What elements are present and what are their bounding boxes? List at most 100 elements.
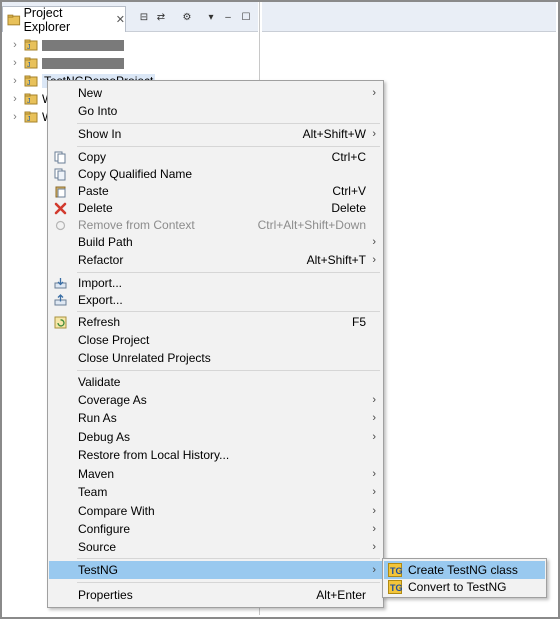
paste-icon <box>55 186 66 197</box>
menu-item-shortcut: Alt+Shift+W <box>302 127 366 141</box>
chevron-right-icon: › <box>372 541 376 553</box>
delete-icon <box>54 202 67 214</box>
menu-item-label: Close Unrelated Projects <box>78 351 211 365</box>
tree-item[interactable]: › J <box>2 54 124 72</box>
menu-item-team[interactable]: Team › <box>49 483 382 501</box>
menu-item-label: Convert to TestNG <box>408 580 507 594</box>
menu-item-validate[interactable]: Validate <box>49 373 382 391</box>
maximize-icon[interactable]: ☐ <box>239 11 253 23</box>
menu-item-compare-with[interactable]: Compare With › <box>49 502 382 520</box>
close-icon[interactable]: ✕ <box>116 13 125 26</box>
menu-item-label: New <box>78 86 103 100</box>
project-explorer-icon <box>7 14 21 25</box>
menu-item-copy[interactable]: Copy Ctrl+C <box>49 148 382 166</box>
menu-item-label: Show In <box>78 127 122 141</box>
menu-item-build-path[interactable]: Build Path › <box>49 233 382 251</box>
chevron-right-icon[interactable]: › <box>10 111 20 123</box>
menu-item-convert-to-testng[interactable]: TG Convert to TestNG <box>384 578 545 596</box>
menu-item-show-in[interactable]: Show In Alt+Shift+W › <box>49 125 382 143</box>
context-menu: New › Go Into Show In Alt+Shift+W › Copy… <box>47 80 384 608</box>
chevron-right-icon: › <box>372 254 376 266</box>
menu-item-import[interactable]: Import... <box>49 274 382 292</box>
menu-item-label: Copy <box>78 150 107 164</box>
chevron-right-icon: › <box>372 505 376 517</box>
menu-item-properties[interactable]: Properties Alt+Enter <box>49 586 382 604</box>
menu-item-remove-from-context: Remove from Context Ctrl+Alt+Shift+Down <box>49 216 382 234</box>
menu-item-label: Source <box>78 540 117 554</box>
menu-item-label: Copy Qualified Name <box>78 167 193 181</box>
menu-item-run-as[interactable]: Run As › <box>49 409 382 427</box>
redacted-label <box>42 39 124 51</box>
menu-item-refactor[interactable]: Refactor Alt+Shift+T › <box>49 251 382 269</box>
menu-item-configure[interactable]: Configure › <box>49 520 382 538</box>
menu-item-restore-from-local-history[interactable]: Restore from Local History... <box>49 446 382 464</box>
menu-item-label: Refresh <box>78 315 121 329</box>
svg-text:J: J <box>27 98 31 105</box>
menu-item-delete[interactable]: Delete Delete <box>49 199 382 217</box>
tree-item[interactable]: › J W <box>2 90 53 108</box>
tree-item[interactable]: › J <box>2 36 124 54</box>
menu-item-go-into[interactable]: Go Into <box>49 102 382 120</box>
svg-text:TG: TG <box>390 583 402 593</box>
menu-item-label: Refactor <box>78 253 124 267</box>
chevron-right-icon: › <box>372 564 376 576</box>
refresh-icon <box>54 316 67 328</box>
menu-item-label: Compare With <box>78 504 155 518</box>
export-icon <box>54 293 67 305</box>
tab-project-explorer[interactable]: Project Explorer ✕ <box>2 5 126 34</box>
menu-item-paste[interactable]: Paste Ctrl+V <box>49 182 382 200</box>
menu-item-close-unrelated-projects[interactable]: Close Unrelated Projects <box>49 349 382 367</box>
menu-item-label: Debug As <box>78 430 131 444</box>
menu-item-label: Import... <box>78 276 123 290</box>
collapse-all-icon[interactable]: ⊟ <box>137 11 151 23</box>
tab-label: Project Explorer <box>23 5 71 34</box>
menu-item-label: Maven <box>78 467 115 481</box>
tree-item[interactable]: › J W <box>2 108 53 126</box>
testng-convert-icon: TG <box>388 580 402 594</box>
chevron-right-icon: › <box>372 431 376 443</box>
menu-item-new[interactable]: New › <box>49 84 382 102</box>
chevron-right-icon: › <box>372 236 376 248</box>
link-with-editor-icon[interactable]: ⇄ <box>154 11 168 23</box>
menu-item-label: Build Path <box>78 235 133 249</box>
menu-separator <box>77 558 380 559</box>
chevron-right-icon[interactable]: › <box>10 39 20 51</box>
menu-item-testng[interactable]: TestNG › <box>49 561 382 579</box>
menu-separator <box>77 272 380 273</box>
menu-separator <box>77 370 380 371</box>
chevron-right-icon: › <box>372 523 376 535</box>
chevron-right-icon[interactable]: › <box>10 75 20 87</box>
minimize-icon[interactable]: – <box>221 11 235 23</box>
menu-item-create-testng-class[interactable]: TG Create TestNG class <box>384 561 545 579</box>
chevron-right-icon[interactable]: › <box>10 93 20 105</box>
menu-item-refresh[interactable]: Refresh F5 <box>49 313 382 331</box>
java-project-icon: J <box>24 39 38 51</box>
view-menu-icon[interactable]: ▾ <box>204 11 218 23</box>
menu-item-shortcut: F5 <box>351 315 366 329</box>
menu-item-label: Create TestNG class <box>408 563 518 577</box>
menu-item-label: Export... <box>78 293 123 307</box>
svg-text:J: J <box>27 80 31 87</box>
menu-item-label: Close Project <box>78 333 150 347</box>
menu-item-source[interactable]: Source › <box>49 538 382 556</box>
menu-item-label: Coverage As <box>78 393 147 407</box>
filter-icon[interactable]: ⚙ <box>180 11 194 23</box>
chevron-right-icon: › <box>372 128 376 140</box>
explorer-tab-bar: Project Explorer ✕ ⊟ ⇄ ⚙ ▾ – ☐ <box>2 2 258 34</box>
menu-item-debug-as[interactable]: Debug As › <box>49 428 382 446</box>
remove-from-context-icon <box>55 220 66 230</box>
menu-item-export[interactable]: Export... <box>49 291 382 309</box>
menu-item-copy-qualified-name[interactable]: Copy Qualified Name <box>49 165 382 183</box>
java-project-icon: J <box>24 111 38 123</box>
menu-item-coverage-as[interactable]: Coverage As › <box>49 391 382 409</box>
menu-item-shortcut: Ctrl+V <box>332 184 366 198</box>
copy-icon <box>54 151 66 163</box>
chevron-right-icon[interactable]: › <box>10 57 20 69</box>
chevron-right-icon: › <box>372 87 376 99</box>
java-project-icon: J <box>24 75 38 87</box>
menu-item-label: Properties <box>78 588 133 602</box>
menu-item-label: Restore from Local History... <box>78 448 230 462</box>
menu-item-maven[interactable]: Maven › <box>49 465 382 483</box>
menu-item-shortcut: Alt+Shift+T <box>306 253 366 267</box>
menu-item-close-project[interactable]: Close Project <box>49 331 382 349</box>
